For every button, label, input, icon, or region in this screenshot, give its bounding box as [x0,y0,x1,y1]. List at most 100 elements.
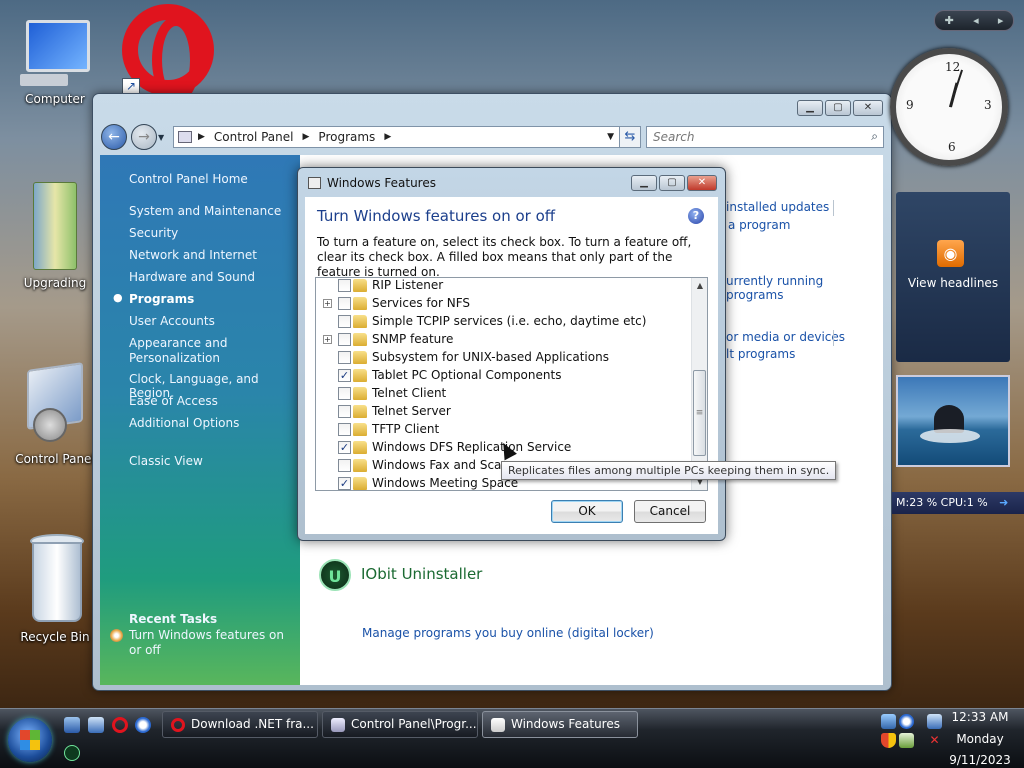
view-installed-updates-link[interactable]: installed updates [726,200,829,214]
feature-row[interactable]: Telnet Client [316,385,691,403]
feature-row[interactable]: Simple TCPIP services (i.e. echo, daytim… [316,313,691,331]
start-button[interactable] [8,718,52,762]
maximize-button[interactable]: ▢ [825,100,851,116]
feature-checkbox[interactable] [338,405,351,418]
minimize-button[interactable]: ▁ [797,100,823,116]
opera-icon[interactable] [112,717,128,733]
add-gadget-icon[interactable]: ✚ [945,14,954,27]
search-icon[interactable]: ⌕ [871,129,878,144]
ok-button[interactable]: OK [551,500,623,523]
cancel-button[interactable]: Cancel [634,500,706,523]
refresh-button[interactable]: ⇆ [619,126,641,148]
security-shield-icon[interactable] [881,733,896,748]
feature-checkbox[interactable] [338,459,351,472]
feature-checkbox[interactable]: ✓ [338,369,351,382]
desktop-icon-upgrading[interactable]: Upgrading [10,182,100,290]
address-dropdown-icon[interactable]: ▼ [607,132,614,142]
feature-row[interactable]: ✓ Tablet PC Optional Components [316,367,691,385]
slideshow-gadget[interactable] [896,375,1010,467]
desktop-icon-computer[interactable]: Computer [10,18,100,106]
uninstall-program-link[interactable]: a program [728,218,790,232]
sidebar-item-hardware[interactable]: Hardware and Sound [129,270,255,284]
tray-date[interactable]: 9/11/2023 [945,753,1015,767]
tray-day[interactable]: Monday [945,732,1015,746]
breadcrumb-control-panel[interactable]: Control Panel [214,130,294,144]
recent-task-link[interactable]: Turn Windows features on or off [129,628,289,658]
feature-row[interactable]: + Services for NFS [316,295,691,313]
vertical-scrollbar[interactable]: ▲ ≡ ▼ [691,278,707,490]
network-icon[interactable] [927,714,942,729]
clock-gadget[interactable]: 12 3 6 9 [890,48,1008,166]
help-icon[interactable]: ? [688,208,704,224]
iobit-uninstaller-link[interactable]: IObit Uninstaller [361,565,482,583]
feature-checkbox[interactable] [338,297,351,310]
cpu-meter-gadget[interactable]: M:23 % CPU:1 % ➜ [892,492,1024,514]
previous-icon[interactable]: ◂ [973,14,979,27]
taskbar-item-control-panel[interactable]: Control Panel\Progr... [322,711,478,738]
desktop-icon-control-panel[interactable]: Control Panel [10,362,100,466]
dialog-heading: Turn Windows features on or off [317,207,556,225]
feed-headlines-gadget[interactable]: ◉ View headlines [896,192,1010,362]
chevron-down-icon[interactable]: ▼ [158,133,164,142]
show-desktop-icon[interactable] [64,717,80,733]
feature-checkbox[interactable] [338,351,351,364]
default-programs-link[interactable]: lt programs [726,347,795,361]
expand-icon[interactable]: + [323,299,332,308]
sidebar-item-classic-view[interactable]: Classic View [129,454,203,468]
sidebar-item-security[interactable]: Security [129,226,178,240]
iobit-small-icon[interactable] [64,745,80,761]
feature-row[interactable]: Subsystem for UNIX-based Applications [316,349,691,367]
feature-checkbox[interactable]: ✓ [338,477,351,490]
iobit-icon[interactable]: U [319,559,351,591]
back-button[interactable]: ← [101,124,127,150]
taskbar-item-opera[interactable]: Download .NET fra... [162,711,318,738]
sidebar-item-ease-of-access[interactable]: Ease of Access [129,394,218,408]
feature-checkbox[interactable] [338,333,351,346]
scroll-thumb[interactable]: ≡ [693,370,706,456]
arrow-right-icon[interactable]: ➜ [999,496,1008,509]
feature-label: Windows Fax and Scan [372,458,510,472]
feature-checkbox[interactable] [338,315,351,328]
tray-app-icon[interactable] [881,714,896,729]
feature-row[interactable]: TFTP Client [316,421,691,439]
volume-muted-icon[interactable]: ✕ [927,733,942,748]
next-icon[interactable]: ▸ [998,14,1004,27]
address-bar[interactable]: ▶ Control Panel ▶ Programs ▶ ▼ [173,126,621,148]
tray-ccleaner-icon[interactable] [899,714,914,729]
view-headlines-label[interactable]: View headlines [896,276,1010,290]
feature-row[interactable]: + SNMP feature [316,331,691,349]
feature-checkbox[interactable] [338,423,351,436]
feature-row[interactable]: Telnet Server [316,403,691,421]
feature-checkbox[interactable] [338,279,351,292]
switch-windows-icon[interactable] [88,717,104,733]
breadcrumb-programs[interactable]: Programs [318,130,375,144]
maximize-button[interactable]: ▢ [659,175,685,191]
close-button[interactable]: ✕ [853,100,883,116]
sidebar-item-additional-options[interactable]: Additional Options [129,416,239,430]
forward-button[interactable]: → [131,124,157,150]
feature-checkbox[interactable] [338,387,351,400]
desktop-icon-recycle-bin[interactable]: Recycle Bin [10,534,100,644]
digital-locker-link[interactable]: Manage programs you buy online (digital … [362,626,654,640]
windows-update-icon[interactable] [899,733,914,748]
feature-checkbox[interactable]: ✓ [338,441,351,454]
expand-icon[interactable]: + [323,335,332,344]
minimize-button[interactable]: ▁ [631,175,657,191]
sidebar-item-control-panel-home[interactable]: Control Panel Home [129,172,248,186]
close-button[interactable]: ✕ [687,175,717,191]
taskbar-item-windows-features[interactable]: Windows Features [482,711,638,738]
features-tree[interactable]: RIP Listener + Services for NFS Simple TCPI… [315,277,708,491]
running-programs-link[interactable]: urrently running programs [726,274,883,302]
sidebar-item-programs[interactable]: Programs [129,292,194,306]
tray-time[interactable]: 12:33 AM [945,710,1015,724]
ccleaner-icon[interactable] [135,717,151,733]
sidebar-item-appearance[interactable]: Appearance and Personalization [129,336,239,366]
sidebar-item-network[interactable]: Network and Internet [129,248,257,262]
sidebar-item-user-accounts[interactable]: User Accounts [129,314,215,328]
media-devices-link[interactable]: or media or devices [726,330,845,344]
feature-label: Subsystem for UNIX-based Applications [372,350,609,364]
feature-row[interactable]: RIP Listener [316,278,691,295]
sidebar-item-system-and-maintenance[interactable]: System and Maintenance [129,204,281,218]
search-input[interactable]: Search ⌕ [646,126,884,148]
scroll-up-icon[interactable]: ▲ [692,278,707,294]
